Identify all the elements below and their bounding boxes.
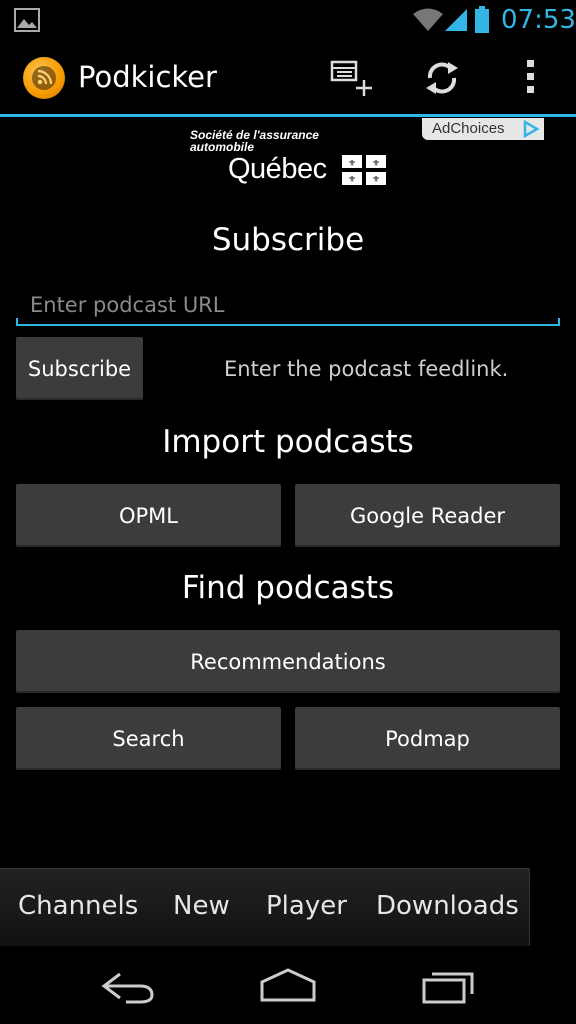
system-nav-bar [0, 946, 576, 1024]
subscribe-button[interactable]: Subscribe [16, 337, 143, 400]
tab-player[interactable]: Player [266, 891, 347, 921]
signal-icon [444, 8, 468, 36]
svg-text:⚜: ⚜ [348, 159, 356, 169]
svg-text:⚜: ⚜ [348, 175, 356, 185]
ad-brand: Québec [228, 153, 327, 185]
podmap-button[interactable]: Podmap [295, 707, 560, 770]
import-heading: Import podcasts [162, 424, 414, 460]
tab-new[interactable]: New [173, 891, 230, 921]
adchoices-icon [523, 120, 540, 138]
opml-button[interactable]: OPML [16, 484, 281, 547]
add-subscription-button[interactable] [326, 52, 378, 104]
subscribe-heading: Subscribe [211, 222, 365, 258]
recommendations-button[interactable]: Recommendations [16, 630, 560, 693]
action-bar: Podkicker [0, 40, 576, 117]
adchoices-label: AdChoices [432, 120, 505, 137]
google-reader-button[interactable]: Google Reader [295, 484, 560, 547]
tab-downloads[interactable]: Downloads [376, 891, 519, 921]
recents-icon[interactable] [420, 964, 484, 1012]
battery-icon [474, 6, 490, 38]
podcast-url-field[interactable] [16, 284, 560, 326]
ad-banner[interactable]: Société de l'assurance automobile Québec… [182, 125, 394, 189]
wifi-icon [412, 8, 444, 36]
search-button[interactable]: Search [16, 707, 281, 770]
image-notification-icon [14, 8, 40, 36]
overflow-menu-button[interactable] [505, 52, 557, 104]
adchoices-badge[interactable]: AdChoices [422, 118, 544, 140]
app-title: Podkicker [78, 60, 217, 94]
screen: 07:53 Podkicker Société de l'assurance a… [0, 0, 576, 1024]
clock: 07:53 [501, 5, 576, 35]
home-icon[interactable] [256, 964, 320, 1012]
quebec-flag-icon: ⚜ ⚜ ⚜ ⚜ [342, 155, 386, 189]
tab-channels[interactable]: Channels [18, 891, 138, 921]
podcast-url-input[interactable] [28, 288, 552, 322]
refresh-button[interactable] [416, 52, 468, 104]
svg-text:⚜: ⚜ [372, 175, 380, 185]
find-heading: Find podcasts [181, 570, 395, 606]
bottom-tab-bar: Channels New Player Downloads [0, 868, 530, 948]
back-icon[interactable] [98, 964, 158, 1012]
app-logo-icon[interactable] [23, 57, 65, 99]
svg-text:⚜: ⚜ [372, 159, 380, 169]
status-bar: 07:53 [0, 0, 576, 40]
subscribe-hint: Enter the podcast feedlink. [224, 357, 509, 381]
